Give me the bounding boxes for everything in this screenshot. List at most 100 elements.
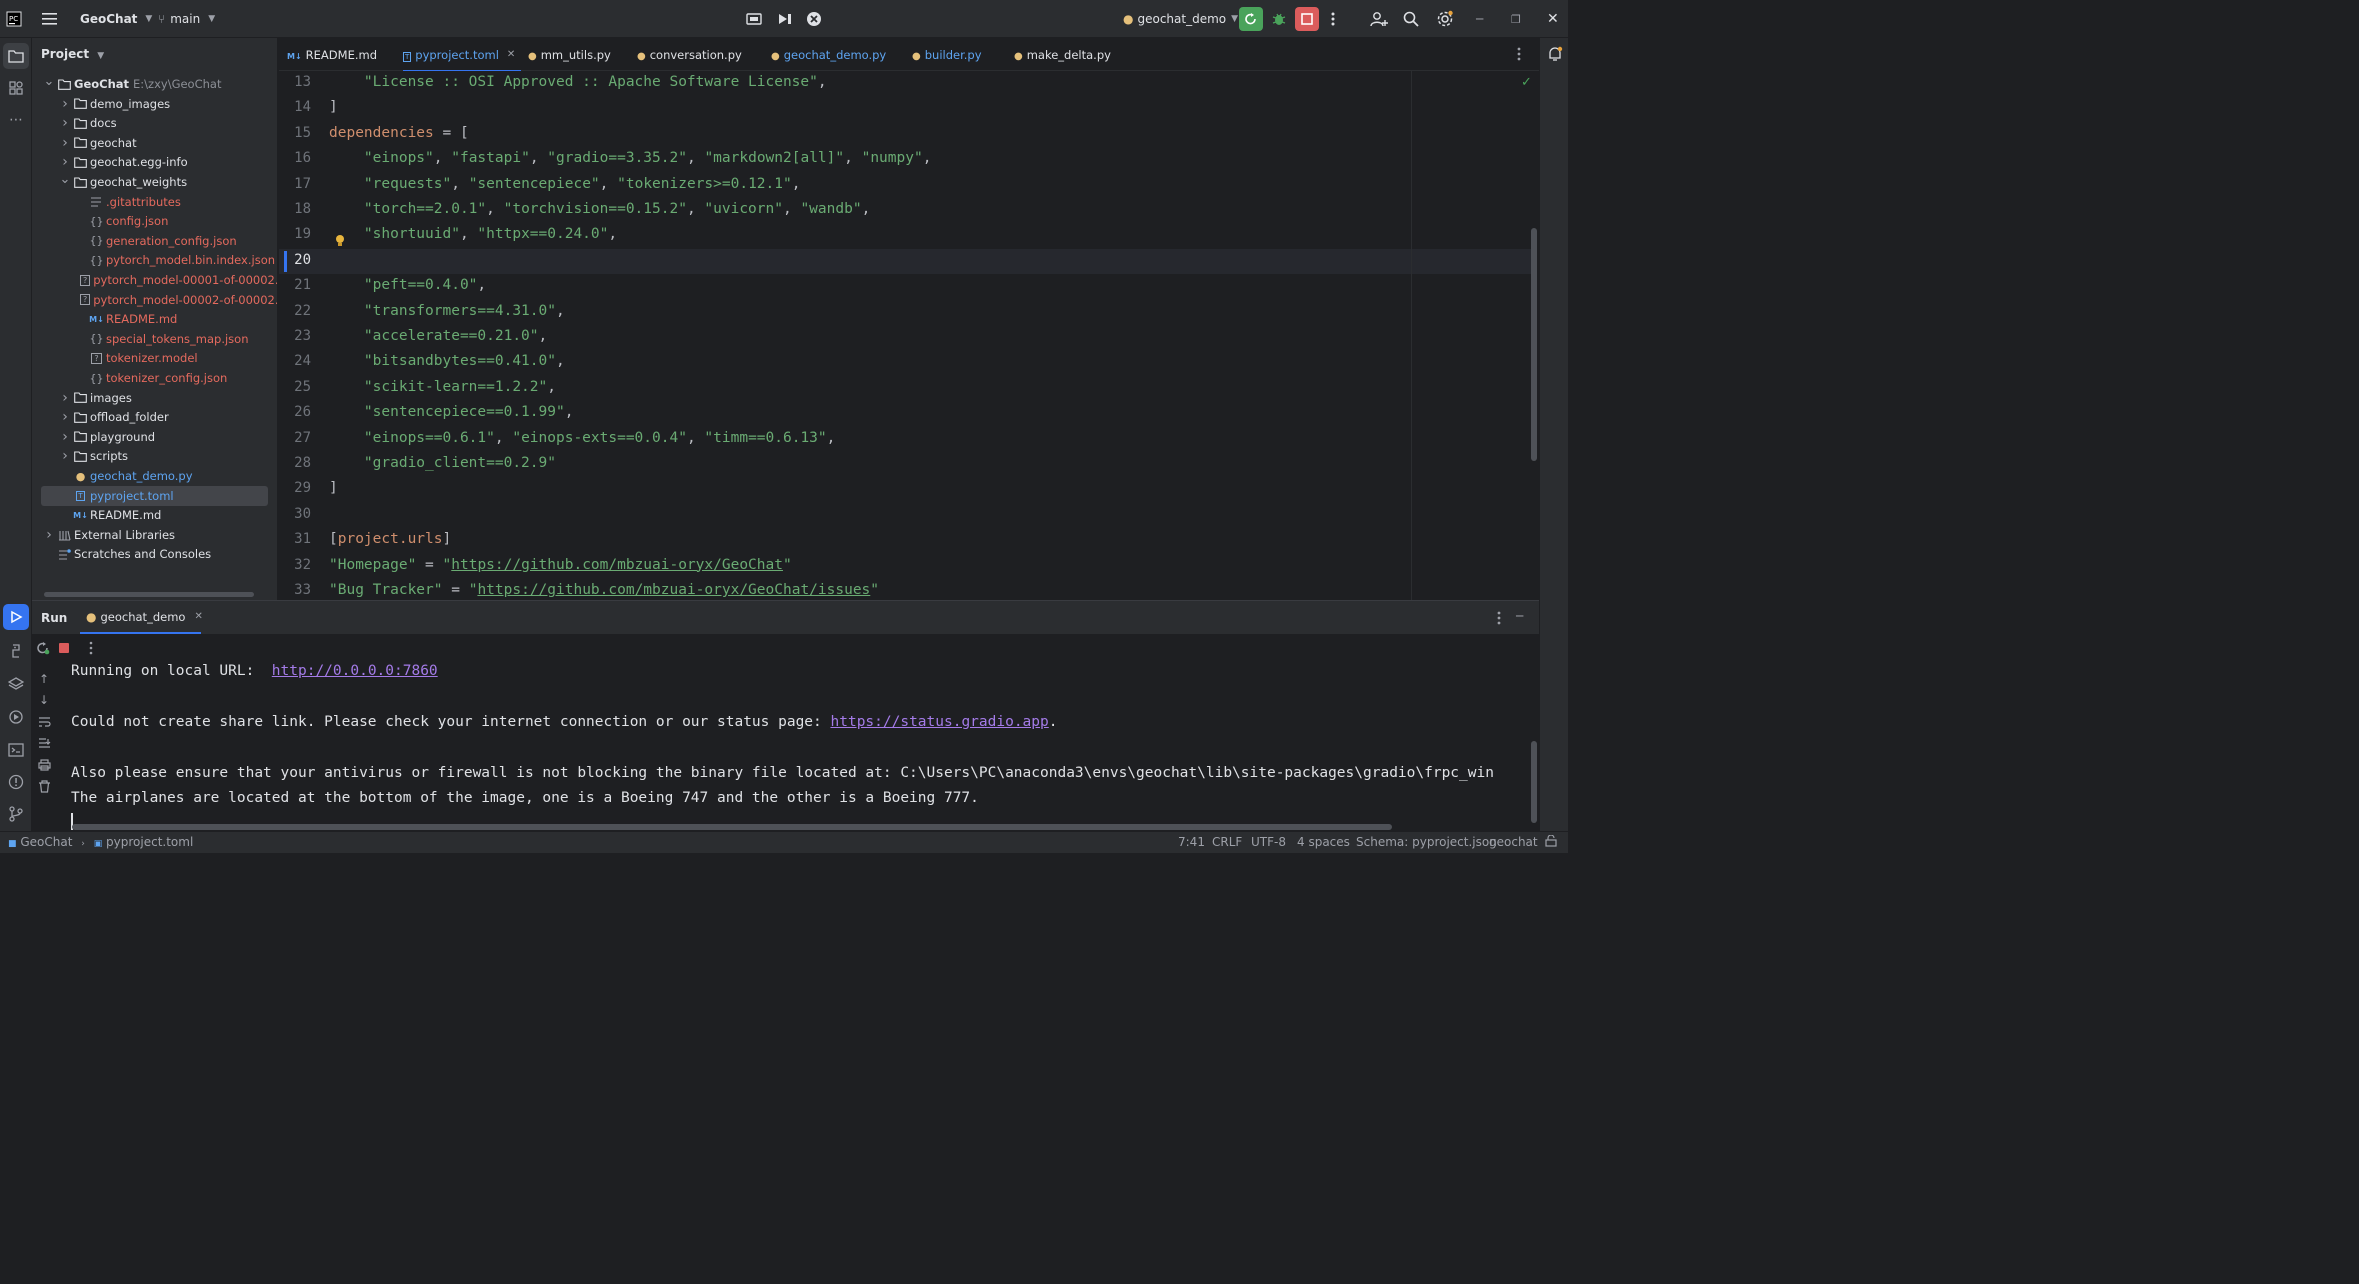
close-window-button[interactable]: ✕ [1547, 0, 1559, 38]
rerun-button[interactable] [1239, 0, 1263, 38]
arrow-up-icon[interactable]: ↑ [39, 672, 49, 686]
problems-icon[interactable] [3, 769, 29, 795]
inspections-ok-icon[interactable]: ✓ [1521, 75, 1532, 90]
chevron-right-icon[interactable]: › [60, 448, 70, 464]
console-vscrollbar[interactable] [1531, 741, 1537, 823]
tree-file[interactable]: {} special_tokens_map.json [32, 329, 277, 349]
project-switcher[interactable]: GeoChat ▼ [80, 0, 152, 38]
remote-dev-icon[interactable] [777, 0, 793, 38]
python-interpreter[interactable]: geochat [1489, 835, 1538, 849]
project-scrollbar[interactable] [44, 592, 254, 597]
tree-file[interactable]: {} generation_config.json [32, 231, 277, 251]
scroll-to-end-icon[interactable] [38, 737, 51, 752]
tree-folder[interactable]: › offload_folder [32, 407, 277, 427]
chevron-right-icon[interactable]: › [60, 115, 70, 131]
code-editor[interactable]: 13 "License :: OSI Approved :: Apache So… [279, 71, 1539, 600]
terminal-icon[interactable] [3, 737, 29, 763]
add-user-icon[interactable] [1370, 0, 1388, 38]
chevron-right-icon[interactable]: › [60, 135, 70, 151]
presentation-mode-icon[interactable] [746, 0, 762, 38]
stop-icon[interactable] [59, 643, 69, 653]
arrow-down-icon[interactable]: ↓ [39, 693, 49, 707]
tree-file[interactable]: ? pytorch_model-00002-of-00002.b [32, 290, 277, 310]
breadcrumb-project[interactable]: GeoChat [20, 835, 72, 849]
minimize-window-button[interactable]: ─ [1476, 0, 1483, 38]
close-circle-icon[interactable] [806, 0, 822, 38]
chevron-right-icon[interactable]: › [60, 390, 70, 406]
chevron-right-icon[interactable]: › [60, 429, 70, 445]
tree-folder[interactable]: › images [32, 388, 277, 408]
tree-folder[interactable]: › scripts [32, 446, 277, 466]
tree-folder[interactable]: › geochat [32, 133, 277, 153]
services-icon[interactable] [3, 704, 29, 730]
tree-folder[interactable]: › docs [32, 113, 277, 133]
run-tool-icon[interactable] [3, 604, 29, 630]
tree-file[interactable]: ? pytorch_model-00001-of-00002.b [32, 270, 277, 290]
tree-file[interactable]: {} tokenizer_config.json [32, 368, 277, 388]
structure-tool-icon[interactable] [3, 75, 29, 101]
console-link[interactable]: http://0.0.0.0:7860 [272, 663, 438, 679]
tree-folder[interactable]: ⌄ geochat_weights [32, 172, 277, 192]
tabs-more-icon[interactable] [1516, 46, 1522, 65]
debug-icon[interactable] [1271, 0, 1287, 38]
editor-scrollbar[interactable] [1531, 228, 1537, 461]
chevron-down-icon[interactable]: ⌄ [60, 172, 71, 187]
trash-icon[interactable] [38, 780, 51, 796]
tree-file[interactable]: M↓ README.md [32, 505, 277, 525]
editor-tab[interactable]: ● builder.py [912, 38, 988, 71]
caret-position[interactable]: 7:41 [1178, 835, 1205, 849]
run-more-icon[interactable] [1496, 610, 1502, 629]
more-vertical-icon[interactable] [88, 641, 94, 658]
editor-tab[interactable]: M↓ README.md [287, 38, 383, 71]
project-tool-icon[interactable] [3, 43, 29, 69]
notifications-bell-icon[interactable] [1547, 46, 1563, 65]
editor-tab[interactable]: ● mm_utils.py [528, 38, 617, 71]
tree-file[interactable]: M↓ README.md [32, 309, 277, 329]
line-separator[interactable]: CRLF [1212, 835, 1242, 849]
project-panel-header[interactable]: Project ▼ [41, 47, 104, 61]
intention-bulb-icon[interactable] [334, 234, 346, 251]
editor-tab[interactable]: ● geochat_demo.py [771, 38, 892, 71]
tree-file[interactable]: › External Libraries [32, 525, 277, 545]
tree-folder[interactable]: ⌄ GeoChat E:\zxy\GeoChat [32, 74, 277, 94]
tree-file[interactable]: Tpyproject.toml [41, 485, 268, 506]
tree-folder[interactable]: › demo_images [32, 94, 277, 114]
chevron-right-icon[interactable]: › [60, 154, 70, 170]
stop-button[interactable] [1295, 0, 1319, 38]
vcs-branch-widget[interactable]: ⑂ main ▼ [158, 0, 215, 38]
git-icon[interactable] [3, 801, 29, 827]
tree-folder[interactable]: › geochat.egg-info [32, 152, 277, 172]
layers-icon[interactable] [3, 671, 29, 697]
more-vertical-icon[interactable] [1330, 0, 1336, 38]
editor-tab[interactable]: ● make_delta.py [1014, 38, 1117, 71]
editor-tab[interactable]: Tpyproject.toml ✕ [403, 38, 522, 72]
close-tab-icon[interactable]: ✕ [507, 49, 515, 60]
tree-file[interactable]: ● geochat_demo.py [32, 466, 277, 486]
run-config-selector[interactable]: ● geochat_demo ▼ [1123, 0, 1238, 38]
indent-setting[interactable]: 4 spaces [1297, 835, 1350, 849]
hide-panel-icon[interactable]: ─ [1516, 609, 1523, 623]
chevron-right-icon[interactable]: › [44, 527, 54, 543]
console-link[interactable]: https://status.gradio.app [831, 714, 1049, 730]
settings-gear-icon[interactable] [1436, 0, 1454, 38]
tree-file[interactable]: Scratches and Consoles [32, 544, 277, 564]
tree-file[interactable]: .gitattributes [32, 192, 277, 212]
chevron-right-icon[interactable]: › [60, 96, 70, 112]
search-icon[interactable] [1403, 0, 1419, 38]
editor-tab[interactable]: ● conversation.py [637, 38, 748, 71]
chevron-right-icon[interactable]: › [60, 409, 70, 425]
python-packages-icon[interactable] [3, 638, 29, 664]
file-encoding[interactable]: UTF-8 [1251, 835, 1286, 849]
soft-wrap-icon[interactable] [38, 716, 51, 731]
tree-file[interactable]: {} config.json [32, 211, 277, 231]
breadcrumb-file[interactable]: pyproject.toml [106, 835, 193, 849]
tree-file[interactable]: ? tokenizer.model [32, 348, 277, 368]
console-hscrollbar[interactable] [72, 824, 1392, 830]
chevron-down-icon[interactable]: ⌄ [44, 74, 55, 89]
tree-folder[interactable]: › playground [32, 427, 277, 447]
print-icon[interactable] [38, 759, 51, 774]
more-tools-icon[interactable]: ⋯ [3, 107, 29, 133]
restore-window-button[interactable]: ❐ [1511, 0, 1521, 38]
main-menu-icon[interactable] [42, 0, 58, 38]
close-tab-icon[interactable]: ✕ [194, 611, 202, 622]
